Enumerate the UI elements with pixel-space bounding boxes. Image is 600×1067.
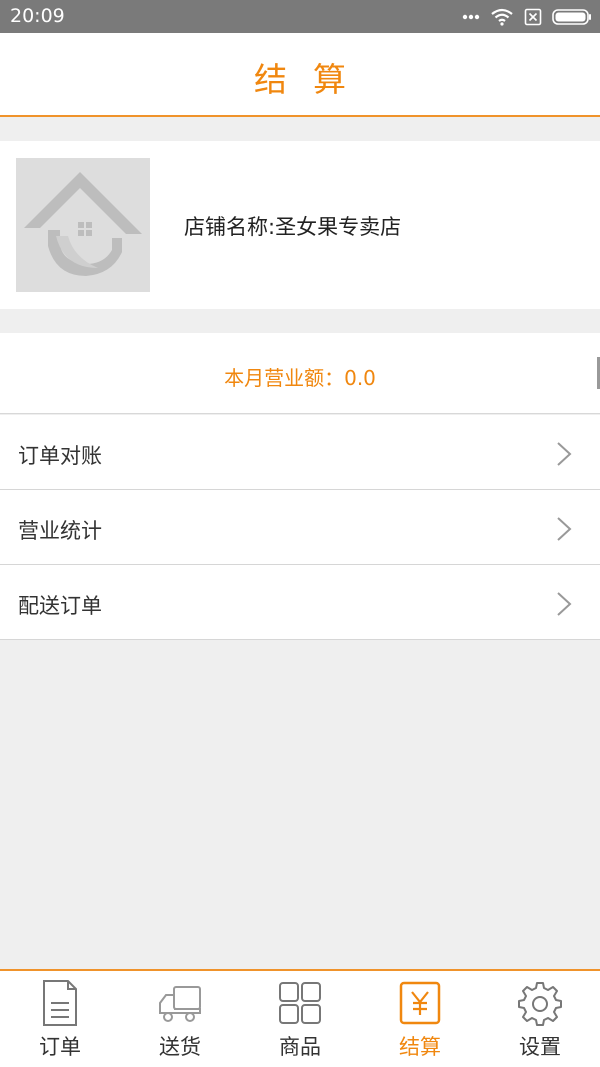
menu-item-delivery-orders[interactable]: 配送订单 — [0, 565, 600, 640]
chevron-right-icon — [557, 592, 572, 616]
tab-delivery[interactable]: 送货 — [120, 971, 240, 1067]
more-dots-icon — [462, 14, 480, 20]
monthly-revenue-row: 本月营业额：0.0 — [0, 333, 600, 414]
truck-icon — [159, 986, 201, 1022]
status-bar: 20:09 — [0, 0, 600, 33]
yen-icon — [399, 981, 441, 1025]
menu-item-label: 配送订单 — [18, 594, 102, 618]
tab-products[interactable]: 商品 — [240, 971, 360, 1067]
menu-item-label: 营业统计 — [18, 519, 102, 543]
menu-item-order-reconciliation[interactable]: 订单对账 — [0, 415, 600, 490]
menu-item-business-statistics[interactable]: 营业统计 — [0, 490, 600, 565]
page-title: 结算 — [254, 60, 372, 99]
tab-label: 订单 — [39, 1035, 81, 1059]
bottom-tab-bar: 订单 送货 商品 结算 设置 — [0, 969, 600, 1067]
tab-label: 结算 — [399, 1035, 441, 1059]
grid-icon — [279, 982, 321, 1024]
tab-settings[interactable]: 设置 — [480, 971, 600, 1067]
battery-icon — [552, 9, 591, 25]
document-icon — [43, 980, 77, 1026]
store-card: 店铺名称:圣女果专卖店 — [0, 141, 600, 309]
tab-label: 送货 — [159, 1035, 201, 1059]
no-sim-icon — [524, 8, 542, 26]
house-logo-icon — [16, 158, 150, 292]
tab-label: 设置 — [519, 1035, 561, 1059]
menu-item-label: 订单对账 — [18, 444, 102, 468]
tab-orders[interactable]: 订单 — [0, 971, 120, 1067]
monthly-revenue: 本月营业额：0.0 — [224, 366, 376, 390]
status-icons — [462, 6, 592, 28]
tab-settlement[interactable]: 结算 — [360, 971, 480, 1067]
store-logo — [16, 158, 150, 292]
settlement-menu: 订单对账 营业统计 配送订单 — [0, 415, 600, 640]
store-name: 店铺名称:圣女果专卖店 — [184, 215, 402, 239]
wifi-icon — [491, 8, 513, 26]
tab-label: 商品 — [279, 1035, 321, 1059]
chevron-right-icon — [557, 517, 572, 541]
gear-icon — [518, 982, 562, 1026]
status-time: 20:09 — [10, 5, 65, 27]
title-bar: 结算 — [0, 33, 600, 117]
chevron-right-icon — [557, 442, 572, 466]
